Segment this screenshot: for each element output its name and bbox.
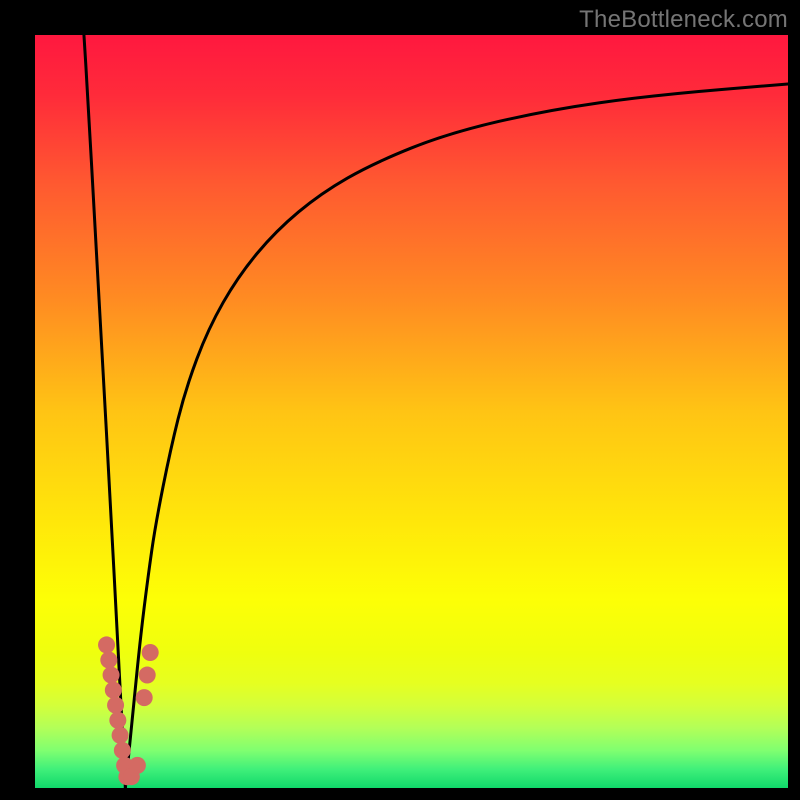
chart-svg (35, 35, 788, 788)
marker-dot (100, 651, 117, 668)
marker-dot (129, 757, 146, 774)
marker-dot (109, 712, 126, 729)
marker-dot (139, 667, 156, 684)
marker-dot (136, 689, 153, 706)
marker-dot (98, 636, 115, 653)
watermark-text: TheBottleneck.com (579, 6, 788, 34)
marker-dot (103, 667, 120, 684)
marker-dot (105, 682, 122, 699)
marker-dot (107, 697, 124, 714)
marker-dot (142, 644, 159, 661)
chart-frame: TheBottleneck.com (0, 0, 800, 800)
marker-dot (114, 742, 131, 759)
marker-dot (112, 727, 129, 744)
plot-area (35, 35, 788, 788)
